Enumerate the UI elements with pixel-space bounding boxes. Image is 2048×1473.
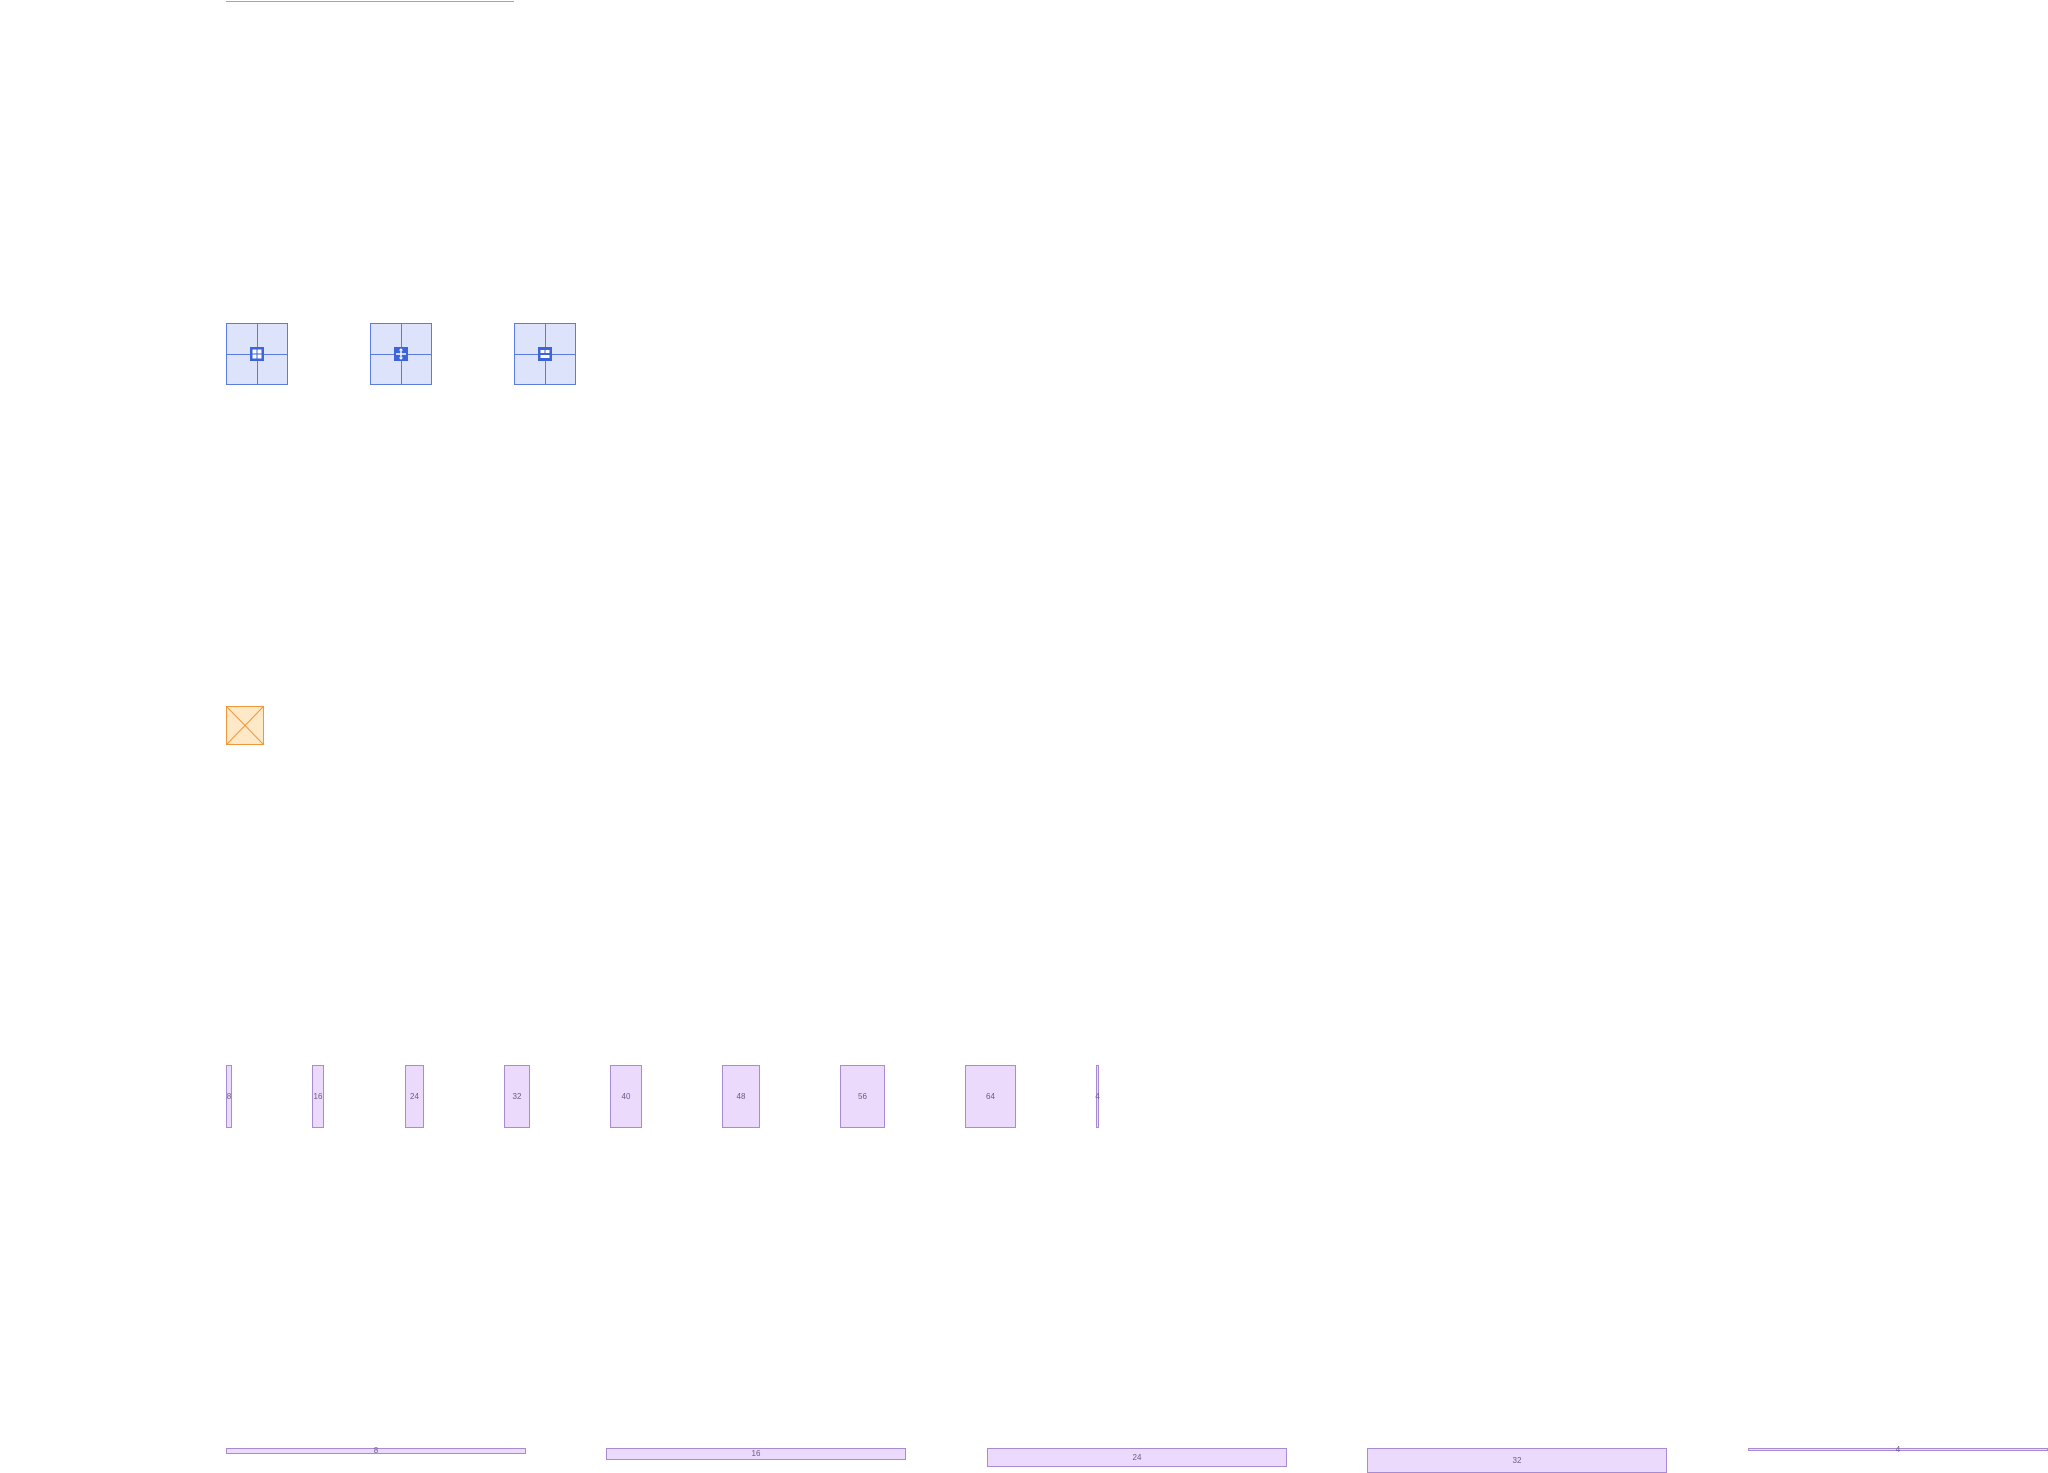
spacer-label: 40 — [621, 1091, 631, 1101]
vertical-spacer: 16 — [312, 1065, 324, 1128]
horizontal-spacer: 32 — [1367, 1448, 1667, 1473]
vertical-spacer: 4 — [1095, 1065, 1100, 1128]
vertical-spacer: 24 — [405, 1065, 424, 1128]
horizontal-spacer: 4 — [1748, 1444, 2048, 1454]
vertical-spacer: 32 — [504, 1065, 530, 1128]
spacer-label: 16 — [313, 1091, 323, 1101]
horizontal-spacer: 8 — [226, 1446, 526, 1455]
spacer-label: 24 — [1132, 1452, 1142, 1462]
diagram-canvas: 8 16 24 32 40 48 56 64 4 8 16 24 32 4 — [0, 0, 2048, 1473]
grid-tile-2 — [370, 323, 432, 385]
spacer-label: 8 — [226, 1091, 232, 1101]
grid-tile-3 — [514, 323, 576, 385]
spacer-label: 16 — [751, 1449, 761, 1458]
grid-tile-1 — [226, 323, 288, 385]
spacer-label: 32 — [512, 1091, 522, 1101]
spacer-label: 48 — [736, 1091, 746, 1101]
grid-4-icon — [250, 347, 264, 361]
spacer-label: 32 — [1512, 1455, 1522, 1465]
top-rule-line — [226, 1, 514, 2]
horizontal-spacer: 16 — [606, 1448, 906, 1460]
spacer-label: 8 — [373, 1446, 379, 1455]
placeholder-x-icon — [226, 706, 264, 745]
vertical-spacer: 8 — [226, 1065, 232, 1128]
spacer-label: 64 — [986, 1091, 995, 1101]
vertical-spacer: 40 — [610, 1065, 642, 1128]
grid-split-icon — [538, 347, 552, 361]
horizontal-spacer: 24 — [987, 1448, 1287, 1467]
spacer-label: 4 — [1095, 1091, 1100, 1101]
vertical-spacer: 48 — [722, 1065, 760, 1128]
vertical-spacer: 64 — [965, 1065, 1016, 1128]
spacer-label: 56 — [858, 1091, 867, 1101]
grid-move-icon — [394, 347, 408, 361]
spacer-label: 24 — [410, 1091, 419, 1101]
spacer-label: 4 — [1895, 1444, 1901, 1454]
vertical-spacer: 56 — [840, 1065, 885, 1128]
